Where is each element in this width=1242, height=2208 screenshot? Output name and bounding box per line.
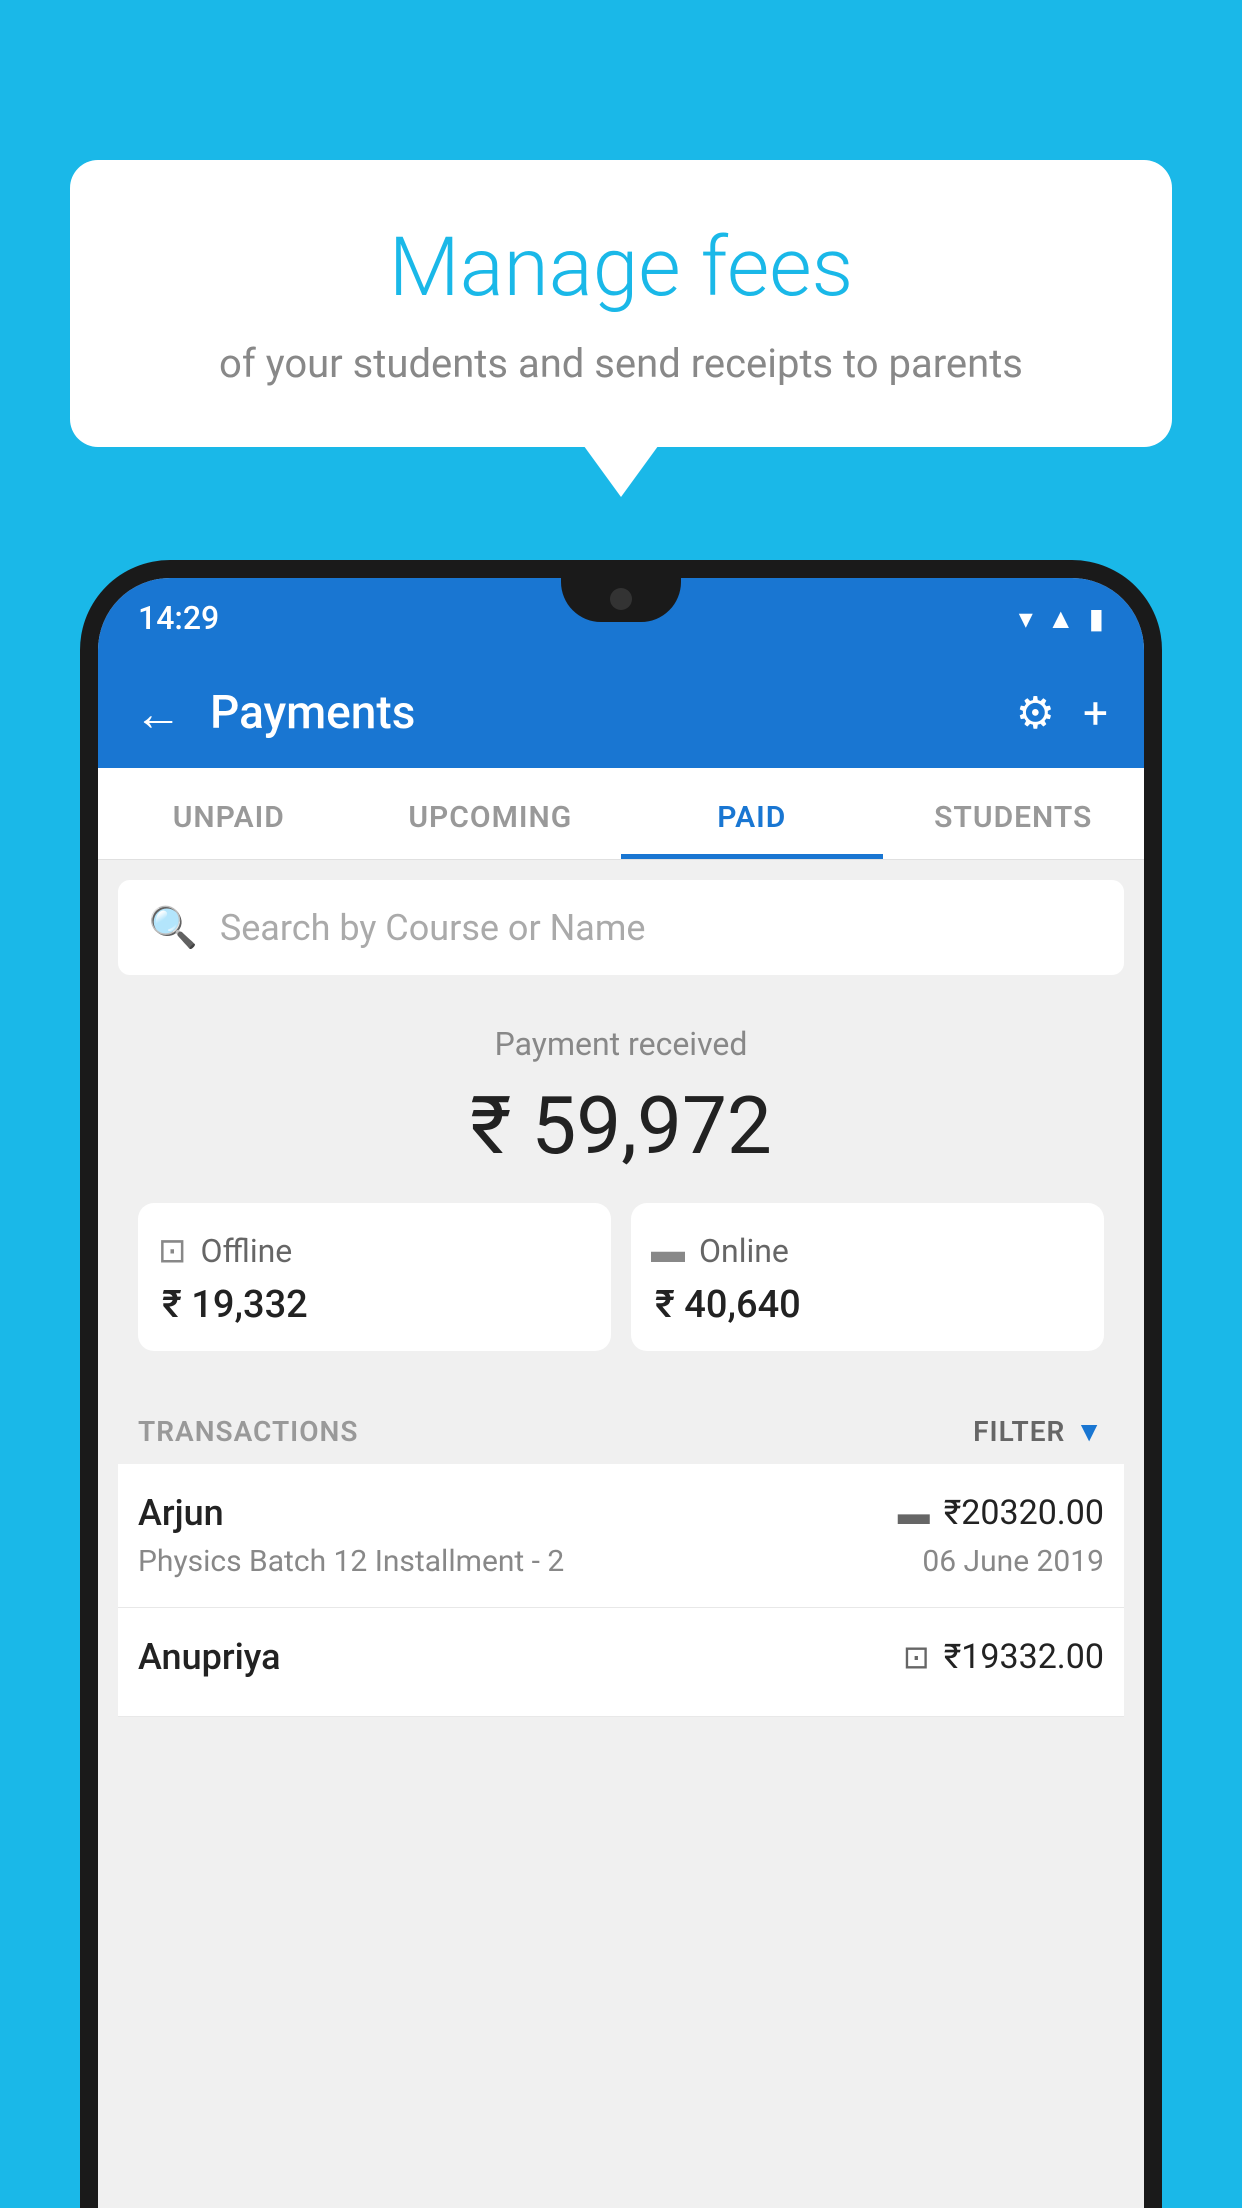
content-area: 🔍 Search by Course or Name Payment recei… — [98, 860, 1144, 1737]
app-header: ← Payments ⚙ + — [98, 658, 1144, 768]
back-button[interactable]: ← — [134, 685, 182, 742]
filter-button[interactable]: FILTER ▼ — [973, 1415, 1104, 1448]
status-bar: 14:29 ▾ ▲ ▮ — [98, 578, 1144, 658]
txn-card-icon: ▬ — [898, 1494, 930, 1532]
tab-unpaid[interactable]: UNPAID — [98, 768, 360, 859]
payment-total-amount: ₹ 59,972 — [138, 1079, 1104, 1173]
signal-icon: ▲ — [1047, 602, 1075, 635]
online-amount: ₹ 40,640 — [651, 1283, 1084, 1327]
payment-summary: Payment received ₹ 59,972 ⊡ Offline ₹ 19… — [118, 995, 1124, 1391]
cash-icon: ⊡ — [158, 1231, 187, 1271]
txn-cash-icon: ⊡ — [903, 1638, 930, 1676]
wifi-icon: ▾ — [1019, 602, 1033, 635]
battery-icon: ▮ — [1089, 602, 1104, 635]
filter-label: FILTER — [973, 1415, 1065, 1448]
search-bar[interactable]: 🔍 Search by Course or Name — [118, 880, 1124, 975]
payment-received-label: Payment received — [138, 1025, 1104, 1063]
txn-name: Arjun — [138, 1492, 224, 1534]
offline-card: ⊡ Offline ₹ 19,332 — [138, 1203, 611, 1351]
txn-amount-wrap: ▬ ₹20320.00 — [898, 1493, 1104, 1533]
speech-bubble: Manage fees of your students and send re… — [70, 160, 1172, 447]
txn-date: 06 June 2019 — [922, 1544, 1104, 1579]
online-card: ▬ Online ₹ 40,640 — [631, 1203, 1104, 1351]
camera — [610, 588, 632, 610]
bubble-title: Manage fees — [130, 220, 1112, 316]
tab-students[interactable]: STUDENTS — [883, 768, 1145, 859]
transaction-row[interactable]: Anupriya ⊡ ₹19332.00 — [118, 1608, 1124, 1717]
page-title: Payments — [210, 686, 1016, 740]
card-icon: ▬ — [651, 1231, 685, 1271]
online-label: Online — [699, 1232, 789, 1270]
offline-amount: ₹ 19,332 — [158, 1283, 591, 1327]
transaction-row[interactable]: Arjun ▬ ₹20320.00 Physics Batch 12 Insta… — [118, 1464, 1124, 1608]
transactions-label: TRANSACTIONS — [138, 1415, 358, 1448]
search-input[interactable]: Search by Course or Name — [220, 907, 646, 949]
txn-amount-wrap: ⊡ ₹19332.00 — [903, 1637, 1104, 1677]
search-icon: 🔍 — [148, 904, 198, 951]
bubble-subtitle: of your students and send receipts to pa… — [130, 340, 1112, 387]
txn-amount: ₹20320.00 — [944, 1493, 1104, 1533]
txn-course: Physics Batch 12 Installment - 2 — [138, 1544, 564, 1579]
phone-notch — [561, 578, 681, 622]
tab-upcoming[interactable]: UPCOMING — [360, 768, 622, 859]
add-button[interactable]: + — [1083, 687, 1108, 739]
tab-paid[interactable]: PAID — [621, 768, 883, 859]
settings-button[interactable]: ⚙ — [1016, 687, 1055, 739]
filter-icon: ▼ — [1075, 1415, 1104, 1448]
status-time: 14:29 — [138, 599, 219, 637]
phone-frame: 14:29 ▾ ▲ ▮ ← Payments ⚙ + UNPAID — [80, 560, 1162, 2208]
transactions-header: TRANSACTIONS FILTER ▼ — [118, 1391, 1124, 1464]
txn-name: Anupriya — [138, 1636, 281, 1678]
status-icons: ▾ ▲ ▮ — [1019, 602, 1104, 635]
header-actions: ⚙ + — [1016, 687, 1108, 739]
txn-amount: ₹19332.00 — [944, 1637, 1104, 1677]
offline-label: Offline — [201, 1232, 293, 1270]
tabs-bar: UNPAID UPCOMING PAID STUDENTS — [98, 768, 1144, 860]
payment-cards: ⊡ Offline ₹ 19,332 ▬ Online ₹ 40,640 — [138, 1203, 1104, 1351]
